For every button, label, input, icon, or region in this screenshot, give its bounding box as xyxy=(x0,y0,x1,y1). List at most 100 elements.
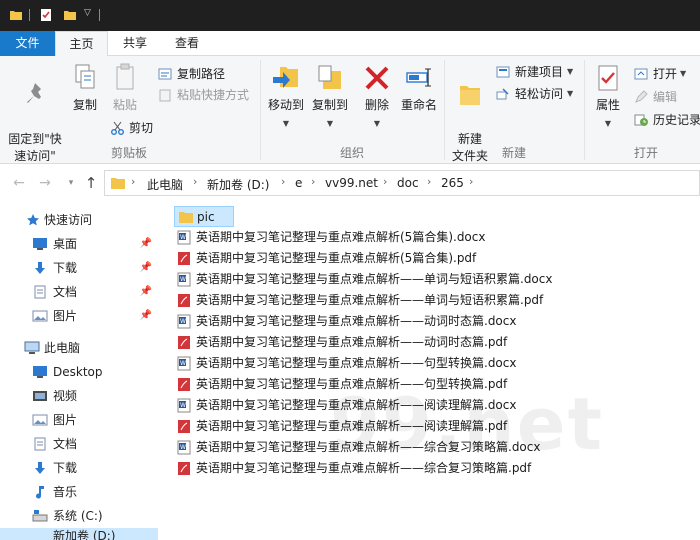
tab-file[interactable]: 文件 xyxy=(0,31,55,56)
nav-pictures[interactable]: 图片 📌 xyxy=(0,304,158,328)
pictures-icon xyxy=(32,414,48,426)
pin-icon[interactable]: 📌 xyxy=(140,232,152,256)
nav-pc-pictures[interactable]: 图片 xyxy=(0,408,158,432)
copy-to-icon xyxy=(318,65,341,89)
copy-to-button[interactable]: 复制到 ▼ xyxy=(308,62,352,132)
pdf-document-icon xyxy=(178,336,190,349)
file-row-folder-pic[interactable]: pic xyxy=(174,206,234,227)
nav-this-pc[interactable]: 此电脑 xyxy=(0,336,158,360)
tab-view[interactable]: 查看 xyxy=(162,31,212,56)
nav-downloads[interactable]: 下载 📌 xyxy=(0,256,158,280)
nav-videos-label: 视频 xyxy=(53,389,78,403)
move-to-dropdown-icon: ▼ xyxy=(282,119,290,128)
title-bar: ▽ xyxy=(0,0,700,31)
word-document-icon: W xyxy=(177,440,191,455)
paste-button[interactable]: 粘贴 xyxy=(108,62,142,114)
open-icon xyxy=(634,68,648,80)
recent-locations-chevron-icon[interactable]: ▾ xyxy=(62,174,80,192)
new-item-label: 新建项目 xyxy=(515,65,564,79)
open-label: 打开 xyxy=(653,67,678,81)
nav-pc-documents[interactable]: 文档 xyxy=(0,432,158,456)
computer-icon xyxy=(24,341,40,354)
pin-to-quick-access-button[interactable]: 固定到"快 速访问" xyxy=(4,62,66,165)
title-separator xyxy=(99,9,100,21)
folder-icon xyxy=(179,212,193,223)
quick-access-toolbar-dropdown-icon[interactable]: ▽ xyxy=(84,8,91,18)
nav-pc-downloads[interactable]: 下载 xyxy=(0,456,158,480)
nav-videos[interactable]: 视频 xyxy=(0,384,158,408)
address-bar[interactable]: › 此电脑 › 新加卷 (D:) › e › vv99.net › doc › … xyxy=(104,170,700,196)
svg-text:W: W xyxy=(180,276,186,283)
nav-desktop-label: 桌面 xyxy=(53,237,78,251)
title-separator xyxy=(29,9,30,21)
ribbon-group-separator xyxy=(260,60,261,160)
video-icon xyxy=(33,391,47,401)
breadcrumb-separator-icon: › xyxy=(311,175,316,188)
delete-x-icon xyxy=(365,66,389,90)
word-document-icon: W xyxy=(177,230,191,245)
folder-icon xyxy=(10,11,22,20)
nav-this-pc-label: 此电脑 xyxy=(44,341,81,355)
nav-pictures-label: 图片 xyxy=(53,309,78,323)
easy-access-dropdown-icon: ▼ xyxy=(567,89,574,98)
breadcrumb-new-volume-d[interactable]: 新加卷 (D:) xyxy=(207,176,269,193)
tab-home[interactable]: 主页 xyxy=(55,31,108,57)
file-name: 英语期中复习笔记整理与重点难点解析——单词与短语积累篇.pdf xyxy=(196,293,544,307)
copy-to-label: 复制到 xyxy=(311,98,348,112)
pdf-document-icon xyxy=(178,252,190,265)
file-name: 英语期中复习笔记整理与重点难点解析——动词时态篇.docx xyxy=(196,314,517,328)
nav-quick-access[interactable]: 快速访问 xyxy=(0,208,158,232)
back-arrow-icon[interactable]: ← xyxy=(10,174,28,192)
new-folder-button[interactable]: 新建 文件夹 xyxy=(448,62,492,165)
file-name: 英语期中复习笔记整理与重点难点解析——单词与短语积累篇.docx xyxy=(196,272,553,286)
rename-button[interactable]: 重命名 xyxy=(398,62,440,114)
delete-button[interactable]: 删除 ▼ xyxy=(360,62,394,132)
new-folder-label: 新建 文件夹 xyxy=(451,132,488,163)
move-to-button[interactable]: 移动到 ▼ xyxy=(264,62,308,132)
new-folder-icon[interactable] xyxy=(63,8,77,22)
cut-label: 剪切 xyxy=(129,121,154,135)
nav-documents[interactable]: 文档 📌 xyxy=(0,280,158,304)
properties-icon[interactable] xyxy=(39,8,53,22)
nav-pc-documents-label: 文档 xyxy=(53,437,78,451)
nav-documents-label: 文档 xyxy=(53,285,78,299)
copy-button[interactable]: 复制 xyxy=(68,62,102,114)
word-document-icon: W xyxy=(177,398,191,413)
ribbon-tabs: 文件 主页 共享 查看 xyxy=(0,31,700,57)
edit-label: 编辑 xyxy=(653,90,678,104)
file-name: 英语期中复习笔记整理与重点难点解析——句型转换篇.docx xyxy=(196,356,517,370)
nav-music[interactable]: 音乐 xyxy=(0,480,158,504)
nav-desktop[interactable]: 桌面 📌 xyxy=(0,232,158,256)
breadcrumb-doc[interactable]: doc xyxy=(397,176,419,190)
properties-button[interactable]: 属性 ▼ xyxy=(588,62,628,132)
copy-path-label: 复制路径 xyxy=(177,67,226,81)
new-item-dropdown-icon: ▼ xyxy=(567,67,574,76)
delete-label: 删除 xyxy=(364,98,389,112)
folder-icon xyxy=(111,178,125,189)
breadcrumb-265[interactable]: 265 xyxy=(441,176,464,190)
pin-icon[interactable]: 📌 xyxy=(140,256,152,280)
breadcrumb-vv99-net[interactable]: vv99.net xyxy=(325,176,378,190)
up-arrow-icon[interactable]: ↑ xyxy=(82,174,100,192)
forward-arrow-icon[interactable]: → xyxy=(36,174,54,192)
nav-pc-desktop[interactable]: Desktop xyxy=(0,360,158,384)
edit-icon xyxy=(635,90,648,103)
pin-icon[interactable]: 📌 xyxy=(140,304,152,328)
nav-system-c-label: 系统 (C:) xyxy=(53,509,103,523)
word-document-icon: W xyxy=(177,356,191,371)
copy-path-icon xyxy=(158,68,172,80)
easy-access-icon xyxy=(496,88,509,100)
pdf-document-icon xyxy=(178,420,190,433)
breadcrumb-e[interactable]: e xyxy=(295,176,302,190)
breadcrumb-this-pc[interactable]: 此电脑 xyxy=(147,176,183,193)
music-note-icon xyxy=(36,486,44,499)
clipboard-group-label: 剪贴板 xyxy=(110,146,147,160)
properties-icon xyxy=(598,65,618,91)
nav-new-volume-d[interactable]: 新加卷 (D:) xyxy=(0,528,158,540)
tab-share[interactable]: 共享 xyxy=(110,31,160,56)
pin-icon[interactable]: 📌 xyxy=(140,280,152,304)
nav-system-c[interactable]: 系统 (C:) xyxy=(0,504,158,528)
svg-text:W: W xyxy=(180,360,186,367)
svg-text:W: W xyxy=(180,444,186,451)
move-to-label: 移动到 xyxy=(267,98,304,112)
